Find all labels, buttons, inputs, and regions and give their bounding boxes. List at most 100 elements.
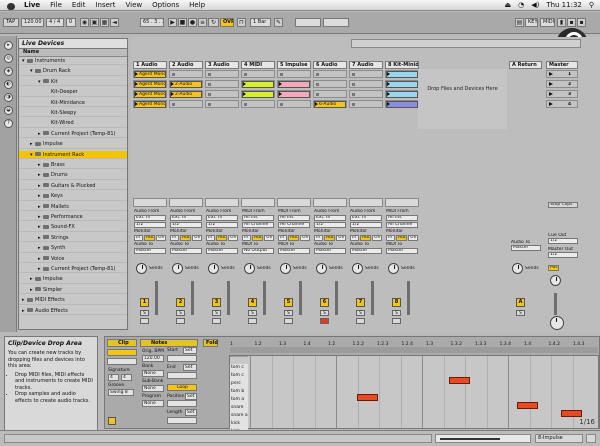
browser-item[interactable]: ▸ Guitars & Plucked bbox=[19, 182, 127, 191]
monitor-in-button[interactable]: In bbox=[278, 235, 287, 241]
record-icon[interactable]: ● bbox=[188, 18, 197, 27]
length-set-button[interactable]: Set bbox=[185, 409, 197, 416]
key-button[interactable]: KEY bbox=[525, 18, 538, 27]
track-arm-button[interactable] bbox=[284, 318, 293, 324]
nudge-field[interactable]: 0 bbox=[66, 18, 76, 27]
monitor-off-button[interactable]: Off bbox=[408, 235, 418, 241]
signature-denominator[interactable]: 4 bbox=[121, 374, 132, 381]
clip-name-field[interactable] bbox=[107, 349, 137, 356]
clip[interactable] bbox=[386, 80, 418, 88]
monitor-auto-button[interactable]: Auto bbox=[396, 235, 407, 241]
clip-stop-icon[interactable] bbox=[352, 82, 355, 86]
clip-launch-icon[interactable] bbox=[243, 82, 246, 86]
browser-item[interactable]: ▸ Drums bbox=[19, 171, 127, 180]
browser-item[interactable]: Kit-Deeper bbox=[19, 88, 127, 97]
master-out-select[interactable]: 1/2 bbox=[548, 252, 578, 258]
signature-field[interactable]: 4 / 4 bbox=[46, 18, 64, 27]
clip-activator[interactable] bbox=[108, 417, 116, 425]
track-solo-button[interactable]: S bbox=[140, 310, 149, 316]
clip-launch-icon[interactable] bbox=[387, 82, 390, 86]
track-activator[interactable]: 1 bbox=[140, 298, 149, 307]
cue-out-select[interactable]: 1/2 bbox=[548, 238, 578, 244]
track-activator[interactable]: 8 bbox=[392, 298, 401, 307]
monitor-in-button[interactable]: In bbox=[242, 235, 251, 241]
send-knob[interactable] bbox=[136, 263, 147, 274]
clip-launch-icon[interactable] bbox=[387, 92, 390, 96]
clip-stop-icon[interactable] bbox=[352, 102, 355, 106]
clip-stop-icon[interactable] bbox=[244, 72, 247, 76]
play-icon[interactable]: ▶ bbox=[168, 18, 177, 27]
menu-edit[interactable]: Edit bbox=[67, 0, 91, 11]
clip[interactable] bbox=[242, 90, 274, 98]
monitor-off-button[interactable]: Off bbox=[156, 235, 166, 241]
output-type-select[interactable]: Master bbox=[386, 248, 418, 254]
input-channel-select[interactable]: All Channe bbox=[278, 222, 310, 228]
menu-options[interactable]: Options bbox=[147, 0, 184, 11]
monitor-auto-button[interactable]: Auto bbox=[144, 235, 155, 241]
volume-fader[interactable] bbox=[335, 281, 338, 315]
clip-launch-icon[interactable] bbox=[279, 92, 282, 96]
clip[interactable]: Agent Mono bbox=[134, 70, 166, 78]
track-header[interactable]: 3 Audio bbox=[205, 61, 239, 69]
stop-icon[interactable]: ■ bbox=[178, 18, 187, 27]
plugin-devices-icon[interactable]: ◈ bbox=[4, 67, 13, 76]
subbank-select[interactable]: None bbox=[142, 385, 164, 392]
track-arm-button[interactable] bbox=[392, 318, 401, 324]
clip[interactable]: Agent Mono bbox=[134, 80, 166, 88]
menu-view[interactable]: View bbox=[121, 0, 148, 11]
track-solo-button[interactable]: S bbox=[392, 310, 401, 316]
clip-tab[interactable]: Clip bbox=[107, 339, 137, 347]
monitor-in-button[interactable]: In bbox=[350, 235, 359, 241]
input-channel-select[interactable]: 1/2 bbox=[170, 222, 202, 228]
clip-stop-icon[interactable] bbox=[316, 82, 319, 86]
browser-item[interactable]: ▸ Impulse bbox=[19, 140, 127, 149]
input-type-select[interactable]: All Ins bbox=[278, 215, 310, 221]
volume-fader[interactable] bbox=[191, 281, 194, 315]
volume-icon[interactable]: ◀) bbox=[531, 1, 539, 9]
file-browser-2-icon[interactable]: ◑ bbox=[4, 93, 13, 102]
menu-help[interactable]: Help bbox=[184, 0, 210, 11]
track-solo-button[interactable]: S bbox=[176, 310, 185, 316]
scene-launch-icon[interactable] bbox=[549, 72, 553, 76]
monitor-off-button[interactable]: Off bbox=[372, 235, 382, 241]
monitor-auto-button[interactable]: Auto bbox=[216, 235, 227, 241]
groove-select[interactable]: Swing 8 bbox=[108, 389, 134, 396]
loop-icon[interactable]: ◄ bbox=[110, 18, 119, 27]
send-knob[interactable] bbox=[388, 263, 399, 274]
track-arm-button[interactable] bbox=[176, 318, 185, 324]
track-solo-button[interactable]: S bbox=[356, 310, 365, 316]
clip[interactable] bbox=[386, 90, 418, 98]
clip-launch-icon[interactable] bbox=[243, 92, 246, 96]
monitor-off-button[interactable]: Off bbox=[264, 235, 274, 241]
loop-button[interactable]: Loop bbox=[167, 384, 197, 391]
clip[interactable] bbox=[278, 80, 310, 88]
browser-item[interactable]: ▸ Strings bbox=[19, 234, 127, 243]
menu-app[interactable]: Live bbox=[19, 0, 45, 11]
overview-strip[interactable] bbox=[351, 39, 581, 48]
drop-files-area[interactable]: Drop Files and Devices Here bbox=[418, 69, 507, 129]
scene-launch-icon[interactable] bbox=[549, 82, 553, 86]
bank-select[interactable]: None bbox=[142, 370, 164, 377]
output-type-select[interactable]: No Output bbox=[242, 248, 274, 254]
browser-item[interactable]: ▸ MIDI Effects bbox=[19, 296, 127, 305]
clip-launch-icon[interactable] bbox=[171, 82, 174, 86]
clip-stop-icon[interactable] bbox=[280, 72, 283, 76]
pre-post-button[interactable]: Post bbox=[548, 265, 559, 271]
track-solo-button[interactable]: S bbox=[284, 310, 293, 316]
volume-fader[interactable] bbox=[263, 281, 266, 315]
eject-icon[interactable]: ⏏ bbox=[504, 1, 511, 9]
volume-fader[interactable] bbox=[227, 281, 230, 315]
clip-stop-icon[interactable] bbox=[316, 92, 319, 96]
clip-stop-icon[interactable] bbox=[172, 102, 175, 106]
output-type-select[interactable]: Master bbox=[278, 248, 310, 254]
scene-launch-icon[interactable] bbox=[549, 102, 553, 106]
file-browser-1-icon[interactable]: ◐ bbox=[4, 80, 13, 89]
send-knob[interactable] bbox=[244, 263, 255, 274]
info-view-icon[interactable]: ? bbox=[4, 119, 13, 128]
monitor-auto-button[interactable]: Auto bbox=[288, 235, 299, 241]
browser-item[interactable]: ▾ Drum Rack bbox=[19, 67, 127, 76]
send-knob[interactable] bbox=[172, 263, 183, 274]
signature-numerator[interactable]: 4 bbox=[108, 374, 119, 381]
menu-insert[interactable]: Insert bbox=[90, 0, 120, 11]
midi-button[interactable]: MIDI bbox=[540, 18, 555, 27]
